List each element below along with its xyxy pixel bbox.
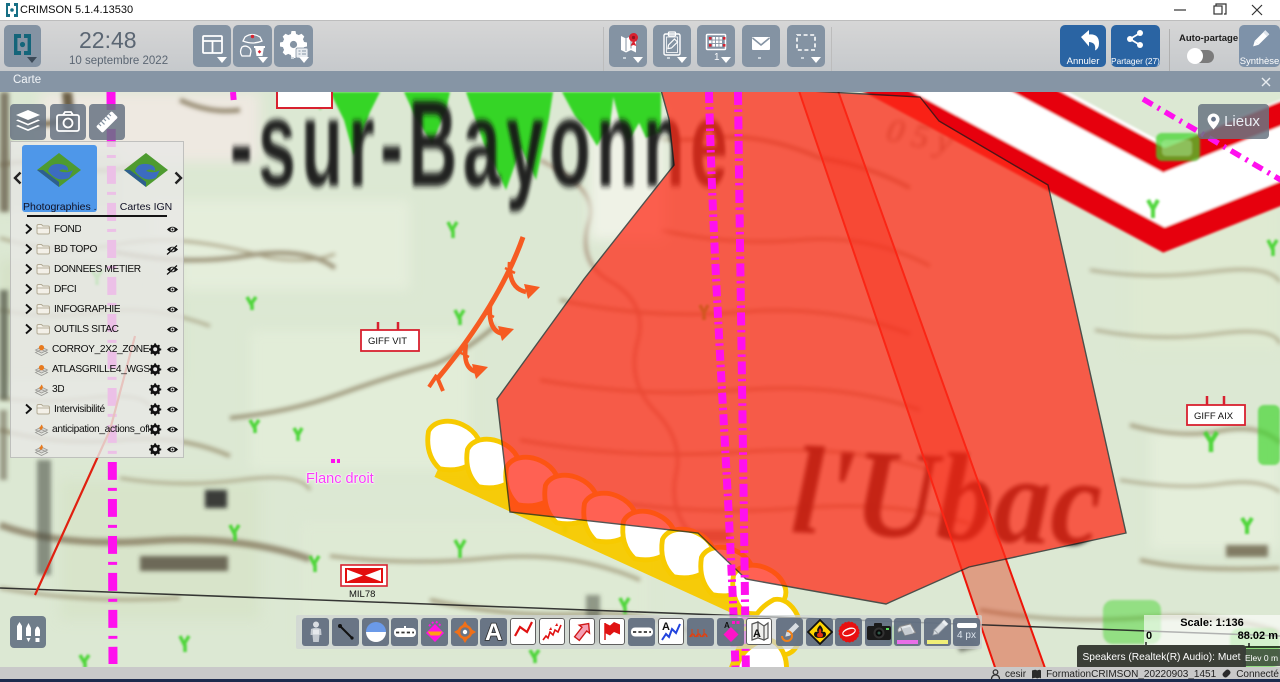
svg-text:GIFF VIT: GIFF VIT [368, 336, 407, 347]
svg-text:A: A [485, 620, 502, 644]
svg-text:A: A [753, 628, 761, 640]
svg-text:GIFF AIX: GIFF AIX [1194, 411, 1234, 422]
svg-text:Flanc droit: Flanc droit [306, 471, 374, 487]
svg-text:1: 1 [714, 52, 720, 63]
svg-text:MIL78: MIL78 [349, 589, 375, 600]
svg-text:A: A [724, 621, 730, 630]
svg-text:A: A [662, 621, 670, 633]
